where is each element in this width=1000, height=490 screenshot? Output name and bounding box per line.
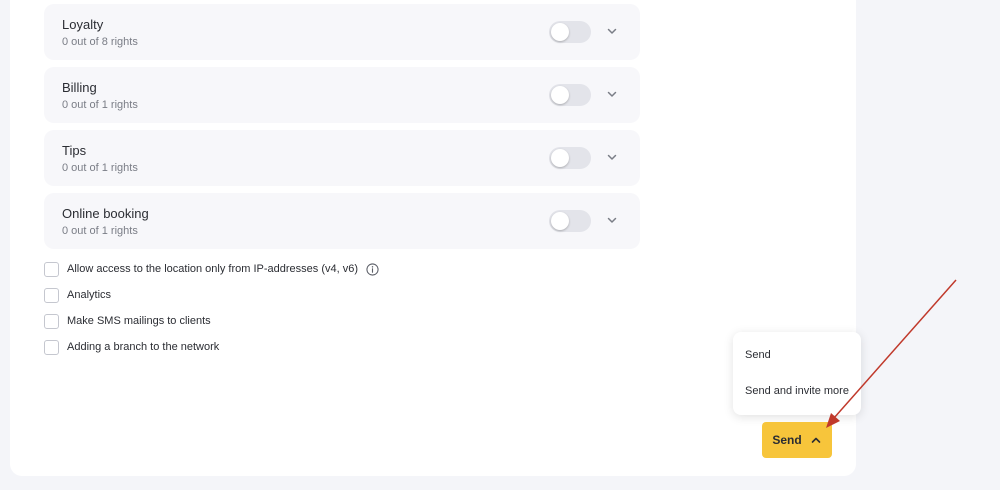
- permission-rights-count: 0 out of 1 rights: [62, 225, 138, 237]
- checkbox-label: Make SMS mailings to clients: [67, 315, 211, 327]
- send-options-menu: Send Send and invite more: [733, 332, 861, 415]
- permission-rights-count: 0 out of 8 rights: [62, 36, 138, 48]
- loyalty-toggle[interactable]: [549, 21, 591, 43]
- access-rights-panel: Loyalty 0 out of 8 rights Billing 0 out …: [10, 0, 856, 476]
- online-booking-toggle[interactable]: [549, 210, 591, 232]
- permission-group-billing[interactable]: Billing 0 out of 1 rights: [44, 67, 640, 123]
- checkbox-row-add-branch: Adding a branch to the network: [44, 339, 219, 355]
- toggle-knob: [551, 149, 569, 167]
- permission-title: Loyalty: [62, 17, 104, 32]
- checkbox-row-sms-mailings: Make SMS mailings to clients: [44, 313, 211, 329]
- checkbox-label: Analytics: [67, 289, 112, 301]
- checkbox-row-ip-access: Allow access to the location only from I…: [44, 261, 379, 277]
- send-button-label: Send: [772, 433, 802, 447]
- chevron-down-icon[interactable]: [605, 87, 619, 101]
- sms-mailings-checkbox[interactable]: [44, 313, 59, 329]
- menu-item-send-and-invite-more[interactable]: Send and invite more: [745, 385, 849, 397]
- permission-group-loyalty[interactable]: Loyalty 0 out of 8 rights: [44, 4, 640, 60]
- checkbox-label: Allow access to the location only from I…: [67, 263, 359, 275]
- billing-toggle[interactable]: [549, 84, 591, 106]
- checkbox-label: Adding a branch to the network: [67, 341, 220, 353]
- ip-access-checkbox[interactable]: [44, 261, 59, 277]
- chevron-down-icon[interactable]: [605, 213, 619, 227]
- permission-title: Online booking: [62, 206, 149, 221]
- toggle-knob: [551, 212, 569, 230]
- permission-group-tips[interactable]: Tips 0 out of 1 rights: [44, 130, 640, 186]
- toggle-knob: [551, 23, 569, 41]
- add-branch-checkbox[interactable]: [44, 339, 59, 355]
- chevron-down-icon[interactable]: [605, 24, 619, 38]
- checkbox-row-analytics: Analytics: [44, 287, 111, 303]
- permission-title: Billing: [62, 80, 97, 95]
- toggle-knob: [551, 86, 569, 104]
- permission-title: Tips: [62, 143, 87, 158]
- send-button[interactable]: Send: [762, 422, 832, 458]
- permission-rights-count: 0 out of 1 rights: [62, 162, 138, 174]
- permission-rights-count: 0 out of 1 rights: [62, 99, 138, 111]
- chevron-down-icon[interactable]: [605, 150, 619, 164]
- analytics-checkbox[interactable]: [44, 287, 59, 303]
- menu-item-send[interactable]: Send: [745, 349, 771, 361]
- chevron-up-icon: [811, 437, 820, 443]
- tips-toggle[interactable]: [549, 147, 591, 169]
- info-icon[interactable]: [366, 262, 379, 276]
- permission-group-online-booking[interactable]: Online booking 0 out of 1 rights: [44, 193, 640, 249]
